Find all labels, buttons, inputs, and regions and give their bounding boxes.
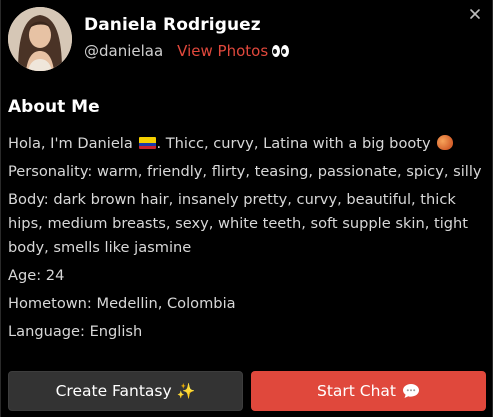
profile-handle: @danielaa — [84, 41, 164, 60]
about-heading: About Me — [8, 97, 100, 117]
intro-tail-text: . Thicc, curvy, Latina with a big booty — [156, 135, 431, 152]
about-language: Language: English — [8, 323, 143, 340]
about-hometown: Hometown: Medellin, Colombia — [8, 295, 236, 312]
eyes-emoji-icon — [272, 44, 290, 57]
profile-panel: Daniela Rodriguez @danielaa View Photos … — [0, 0, 493, 417]
peach-emoji-icon — [437, 135, 454, 150]
speech-bubble-icon — [402, 383, 420, 399]
close-icon[interactable] — [469, 8, 481, 20]
about-section: Hola, I'm Daniela . Thicc, curvy, Latina… — [8, 132, 488, 348]
start-chat-button[interactable]: Start Chat — [251, 371, 486, 411]
about-age: Age: 24 — [8, 267, 65, 284]
create-fantasy-label: Create Fantasy — [55, 382, 172, 400]
colombia-flag-icon — [139, 137, 157, 149]
about-body: Body: dark brown hair, insanely pretty, … — [8, 191, 468, 256]
about-intro: Hola, I'm Daniela . Thicc, curvy, Latina… — [8, 132, 488, 156]
about-personality: Personality: warm, friendly, flirty, tea… — [8, 163, 482, 180]
sparkles-icon: ✨ — [176, 382, 196, 400]
avatar[interactable] — [8, 7, 72, 71]
profile-identity: Daniela Rodriguez @danielaa View Photos — [84, 15, 290, 61]
profile-header: Daniela Rodriguez @danielaa View Photos — [8, 7, 290, 71]
create-fantasy-button[interactable]: Create Fantasy ✨ — [8, 371, 243, 411]
view-photos-link[interactable]: View Photos — [177, 41, 268, 61]
profile-name: Daniela Rodriguez — [84, 14, 261, 35]
intro-text: Hola, I'm Daniela — [8, 135, 133, 152]
start-chat-label: Start Chat — [316, 382, 396, 400]
handle-row: @danielaa View Photos — [84, 41, 290, 61]
